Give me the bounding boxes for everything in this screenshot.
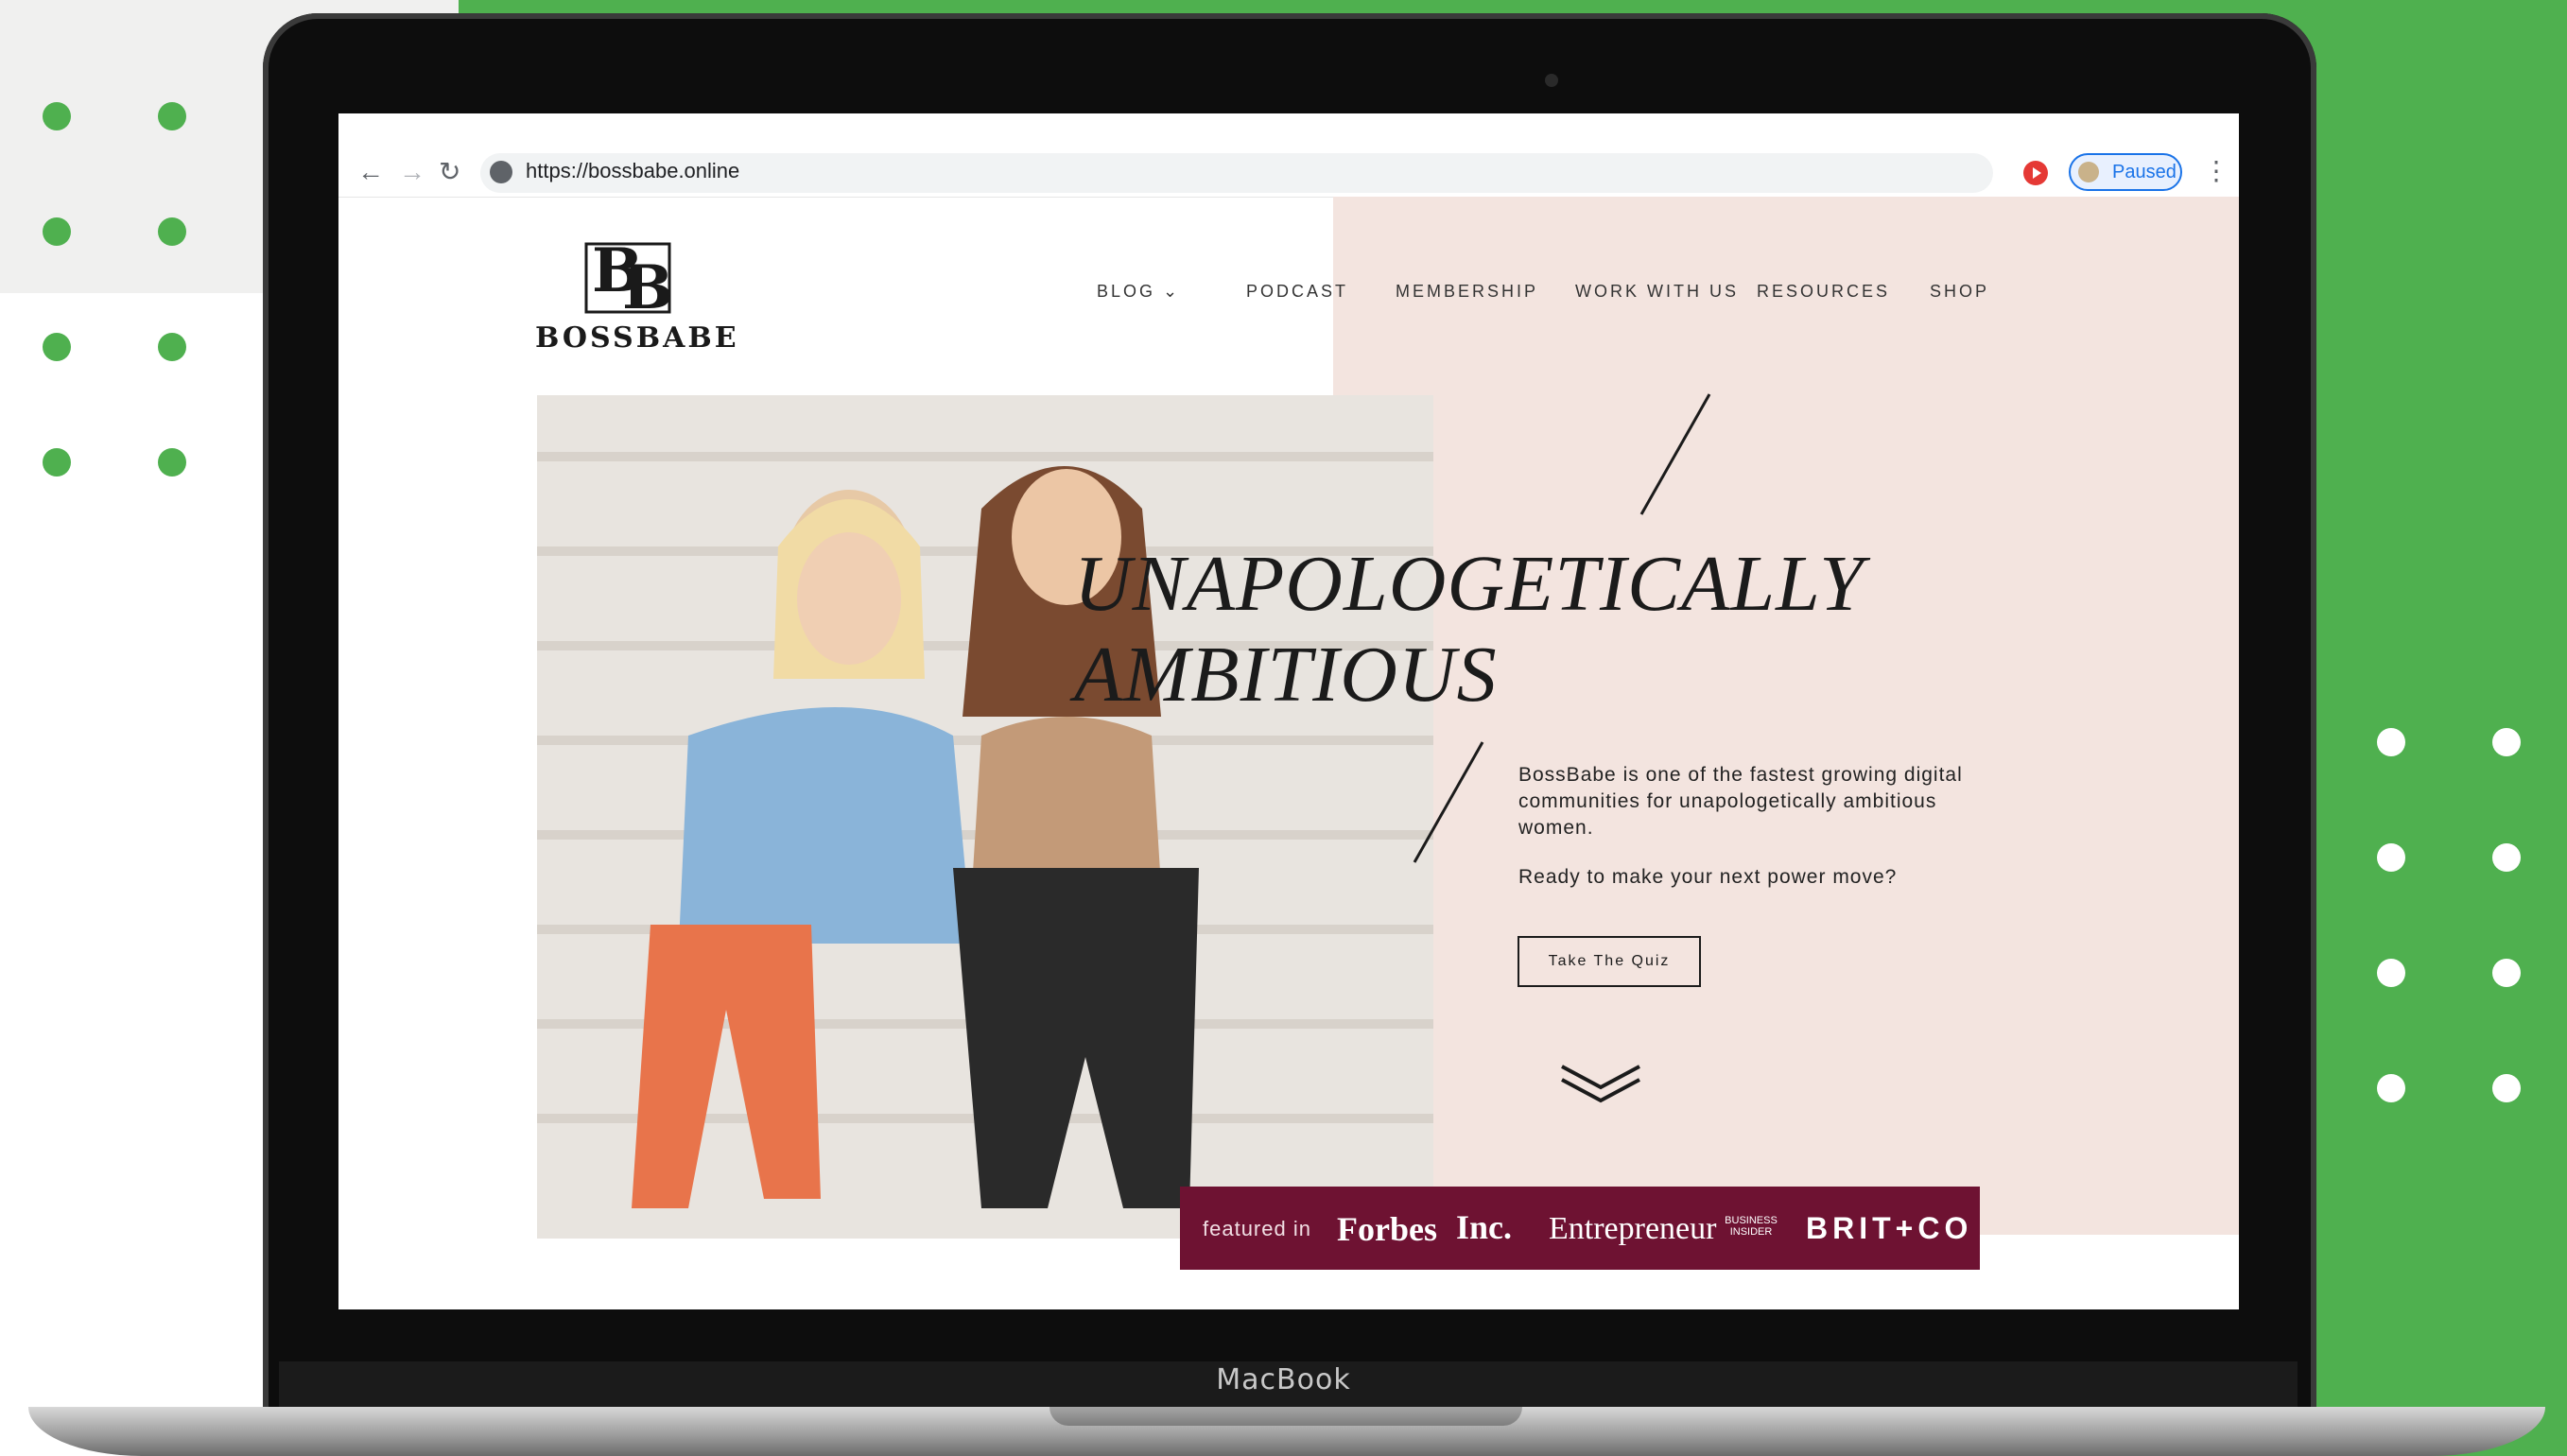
logo-wordmark[interactable]: BOSSBABE	[535, 321, 737, 355]
decorative-dot	[43, 102, 71, 130]
decorative-dot	[43, 448, 71, 477]
scroll-down-chevron-icon[interactable]	[1558, 1059, 1643, 1106]
decorative-dot	[158, 217, 186, 246]
decorative-dot	[2492, 959, 2521, 987]
decorative-dot	[2492, 843, 2521, 872]
decorative-dot	[158, 333, 186, 361]
hero-question: Ready to make your next power move?	[1518, 866, 1898, 888]
decorative-dot	[2377, 1074, 2405, 1102]
decorative-dot	[158, 448, 186, 477]
laptop-notch	[1049, 1407, 1522, 1426]
decorative-dot	[2377, 728, 2405, 756]
hero-headline: UNAPOLOGETICALLY AMBITIOUS	[1074, 539, 1865, 720]
featured-in-label: featured in	[1203, 1217, 1311, 1240]
camera-icon	[1545, 74, 1558, 87]
more-menu-icon[interactable]: ⋮	[2203, 155, 2229, 186]
nav-membership[interactable]: MEMBERSHIP	[1396, 282, 1538, 302]
url-text[interactable]: https://bossbabe.online	[526, 159, 739, 183]
nav-resources[interactable]: RESOURCES	[1757, 282, 1890, 302]
record-icon[interactable]	[2023, 161, 2048, 185]
profile-paused-button[interactable]: Paused	[2069, 153, 2182, 191]
svg-text:B: B	[622, 252, 673, 318]
headline-line-1: UNAPOLOGETICALLY	[1074, 540, 1865, 628]
featured-in-bar: featured in Forbes Inc. Entrepreneur BUS…	[1180, 1187, 1980, 1270]
nav-shop[interactable]: SHOP	[1930, 282, 1989, 302]
take-quiz-button[interactable]: Take The Quiz	[1518, 936, 1701, 987]
decorative-dot	[2377, 959, 2405, 987]
decorative-dot	[43, 217, 71, 246]
nav-blog[interactable]: BLOG ⌄	[1097, 282, 1180, 302]
entrepreneur-logo: Entrepreneur	[1549, 1211, 1717, 1246]
laptop-label: MacBook	[1216, 1363, 1351, 1396]
back-arrow-icon[interactable]: ←	[357, 159, 384, 185]
reload-icon[interactable]: ↻	[439, 159, 460, 185]
decorative-dot	[2492, 728, 2521, 756]
hero-description: BossBabe is one of the fastest growing d…	[1518, 764, 1963, 839]
paused-label: Paused	[2112, 162, 2177, 182]
britco-logo: BRIT+CO	[1806, 1211, 1973, 1245]
chevron-down-icon: ⌄	[1163, 282, 1181, 301]
browser-toolbar: ← → ↻ https://bossbabe.online Paused ⋮	[338, 113, 2239, 198]
decorative-dot	[158, 102, 186, 130]
inc-logo: Inc.	[1456, 1208, 1513, 1246]
decorative-slash	[1639, 393, 1711, 515]
business-insider-logo: BUSINESS INSIDER	[1725, 1215, 1778, 1238]
bossbabe-logo-icon[interactable]: B B	[581, 233, 675, 318]
decorative-dot	[2492, 1074, 2521, 1102]
forbes-logo: Forbes	[1337, 1210, 1437, 1248]
hero-photo	[537, 395, 1433, 1239]
forward-arrow-icon[interactable]: →	[399, 159, 425, 185]
headline-line-2: AMBITIOUS	[1074, 631, 1498, 719]
avatar	[2078, 162, 2099, 182]
nav-podcast[interactable]: PODCAST	[1246, 282, 1348, 302]
decorative-dot	[43, 333, 71, 361]
site-info-icon[interactable]	[490, 161, 512, 183]
decorative-slash	[1413, 741, 1484, 863]
decorative-dot	[2377, 843, 2405, 872]
nav-blog-label: BLOG	[1097, 282, 1156, 301]
laptop-screen: ← → ↻ https://bossbabe.online Paused ⋮ B…	[338, 113, 2239, 1309]
nav-work-with-us[interactable]: WORK WITH US	[1575, 282, 1739, 302]
